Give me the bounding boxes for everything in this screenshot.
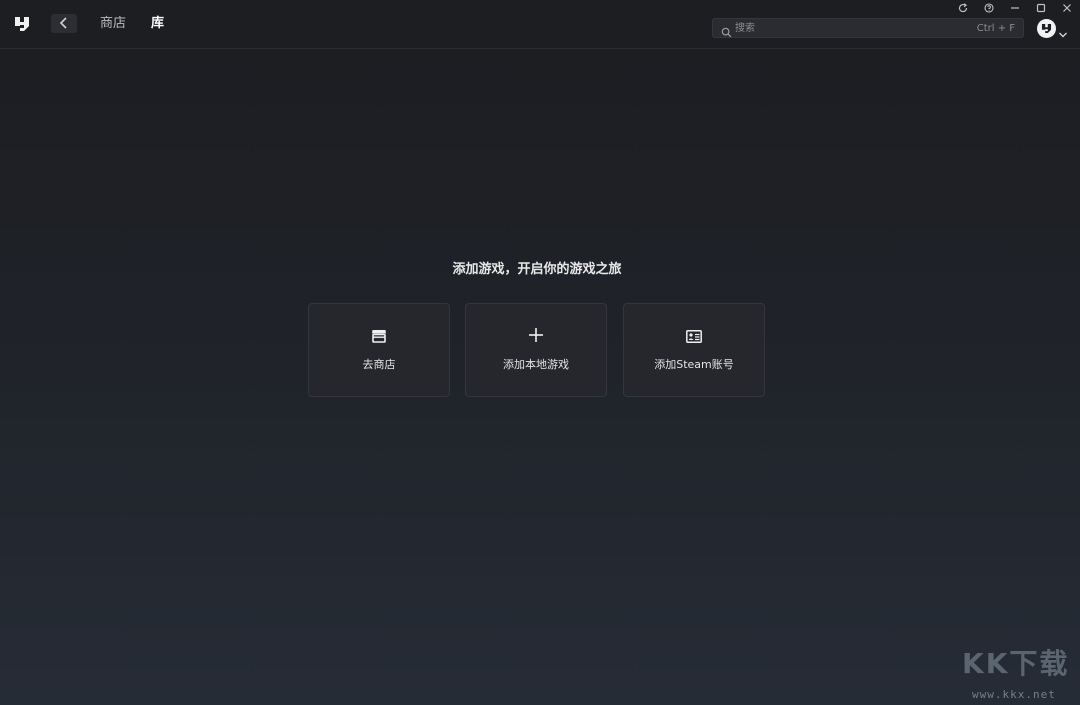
empty-state-title: 添加游戏，开启你的游戏之旅 [452, 262, 622, 277]
go-to-store-label: 去商店 [362, 358, 396, 371]
back-button[interactable] [51, 14, 77, 33]
add-steam-account-card[interactable]: 添加Steam账号 [623, 303, 765, 397]
watermark-glyphs: KK下载 [962, 647, 1070, 680]
minimize-icon[interactable] [1002, 0, 1028, 16]
chevron-left-icon [59, 14, 69, 33]
go-to-store-card[interactable]: 去商店 [308, 303, 450, 397]
refresh-icon[interactable] [950, 0, 976, 16]
app-logo-icon[interactable] [12, 14, 32, 34]
add-steam-account-label: 添加Steam账号 [654, 358, 734, 371]
id-card-icon [686, 328, 702, 347]
window-controls [950, 0, 1080, 16]
close-icon[interactable] [1054, 0, 1080, 16]
avatar[interactable] [1037, 19, 1056, 38]
maximize-icon[interactable] [1028, 0, 1054, 16]
search-icon [721, 23, 732, 38]
add-local-game-label: 添加本地游戏 [503, 358, 569, 371]
chevron-down-icon[interactable] [1058, 24, 1068, 38]
nav-tab-library[interactable]: 库 [151, 15, 164, 33]
watermark-url: www.kkx.net [972, 688, 1056, 701]
top-bar: 商店 库 搜索 Ctrl + F [0, 0, 1080, 49]
search-shortcut-hint: Ctrl + F [976, 23, 1015, 34]
store-icon [371, 328, 387, 347]
plus-icon [528, 327, 544, 347]
watermark-logo: KK下载 www.kkx.net [962, 648, 1078, 704]
search-input[interactable] [735, 20, 965, 36]
nav-tab-store[interactable]: 商店 [100, 15, 126, 33]
help-icon[interactable] [976, 0, 1002, 16]
add-local-game-card[interactable]: 添加本地游戏 [465, 303, 607, 397]
search-box[interactable]: Ctrl + F [712, 18, 1024, 38]
